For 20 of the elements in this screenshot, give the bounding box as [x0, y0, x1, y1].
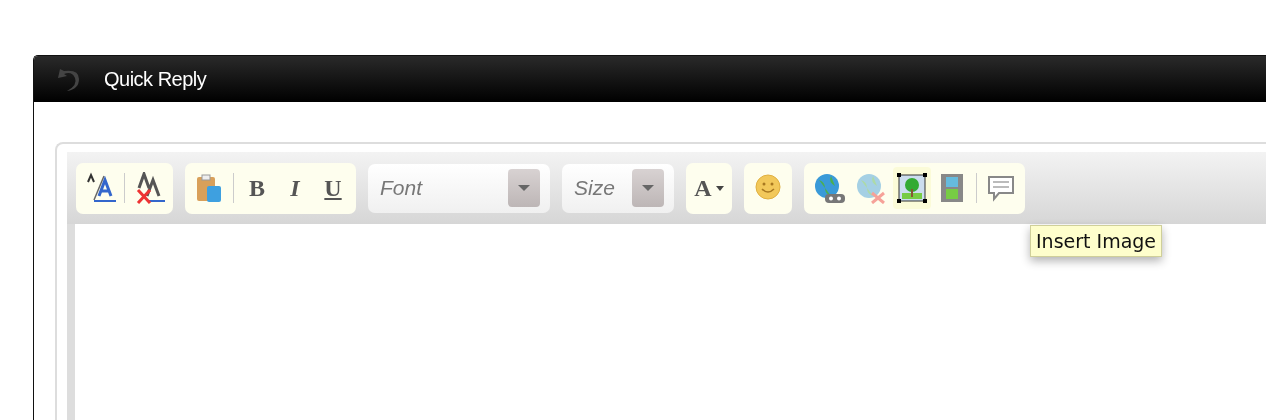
select-placeholder: Size [574, 176, 615, 200]
resize-text-icon [84, 172, 116, 204]
globe-link-icon [812, 172, 846, 204]
picture-frame-icon [896, 172, 928, 204]
dropdown-button[interactable] [508, 169, 540, 207]
font-color-button[interactable]: A [691, 167, 727, 209]
caret-icon [642, 185, 654, 191]
size-select[interactable]: Size [562, 163, 674, 213]
italic-button[interactable]: I [277, 167, 313, 209]
globe-unlink-icon [854, 172, 888, 204]
dropdown-button[interactable] [632, 169, 664, 207]
window-title: Quick Reply [104, 67, 207, 91]
caret-icon [715, 185, 724, 191]
caret-icon [518, 185, 530, 191]
underline-button[interactable]: U [315, 167, 351, 209]
insert-image-button[interactable] [893, 167, 931, 209]
bold-button[interactable]: B [239, 167, 275, 209]
tooltip: Insert Image [1030, 225, 1163, 257]
font-select[interactable]: Font [368, 163, 550, 213]
select-placeholder: Font [380, 176, 423, 200]
